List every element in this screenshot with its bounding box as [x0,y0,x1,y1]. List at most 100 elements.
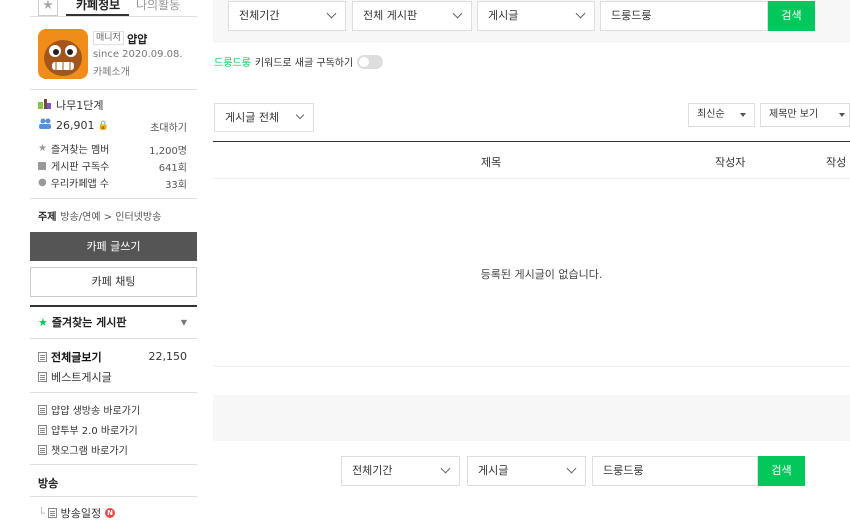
search-board-select[interactable]: 전체 게시판 [352,1,472,31]
menu-all-posts[interactable]: 전체글보기 [38,349,102,365]
divider [30,89,197,90]
subscribe-text: 키워드로 새글 구독하기 [254,58,354,69]
favorite-star-icon[interactable]: ★ [38,0,58,16]
favorite-boards-title: 즐겨찾는 게시판 [51,316,127,329]
select-value: 제목만 보기 [769,109,819,120]
stat-label: 우리카페앱 수 [50,179,110,190]
column-title: 제목 [481,156,502,169]
divider [30,496,197,497]
document-icon [38,352,47,362]
bottom-search-input[interactable]: 드룽드룽 [592,456,758,486]
divider [30,16,197,17]
divider [30,198,197,199]
section-broadcast-title: 방송 [38,477,59,490]
topic-label: 주제 [38,212,57,223]
menu-label: 얍얍 생방송 바로가기 [51,406,141,417]
search-type-select[interactable]: 게시글 [477,1,595,31]
app-icon: ● [38,177,47,188]
select-value: 게시글 [478,464,509,477]
link-board-icon [38,444,47,455]
menu-link-live[interactable]: 얍얍 생방송 바로가기 [38,402,140,417]
stat-board-subscriptions: 게시판 구독수 [38,158,109,173]
member-count[interactable]: 26,901 🔒 [38,118,109,133]
favorite-boards-header[interactable]: ★ 즐겨찾는 게시판 ▼ [30,305,197,339]
stat-favorite-members: ★ 즐겨찾는 멤버 [38,141,109,156]
chevron-down-icon[interactable]: ▼ [181,307,187,339]
cafe-since-date: since 2020.09.08. [93,49,183,60]
bottom-search-bar [213,395,850,441]
menu-link-youtube[interactable]: 얍투부 2.0 바로가기 [38,422,138,437]
menu-label: 베스트게시글 [51,371,112,384]
tab-my-activity[interactable]: 나의활동 [136,0,180,13]
lock-icon: 🔒 [97,120,109,131]
new-badge: N [105,508,116,518]
stat-value: 641회 [158,163,187,174]
caret-down-icon [740,113,746,117]
cafe-intro-link[interactable]: 카페소개 [93,63,130,78]
members-icon [38,118,52,133]
menu-label: 챗오그램 바로가기 [51,446,128,457]
cafe-level-label: 나무1단계 [56,99,104,112]
subscribe-toggle[interactable] [357,54,384,69]
view-mode-select[interactable]: 제목만 보기 [760,103,850,127]
menu-link-chatogram[interactable]: 챗오그램 바로가기 [38,442,128,457]
menu-best-posts[interactable]: 베스트게시글 [38,369,112,385]
bottom-type-select[interactable]: 게시글 [467,456,586,486]
search-button[interactable]: 검색 [768,1,815,31]
chevron-down-icon [452,8,463,19]
subscribe-keyword: 드룽드룽 [214,58,251,69]
chevron-down-icon [295,110,305,120]
link-board-icon [38,424,47,435]
menu-broadcast-schedule[interactable]: └ 방송일정 N [38,505,116,520]
table-bottom-divider [213,366,850,367]
divider [30,464,197,465]
cafe-chat-button[interactable]: 카페 채팅 [30,267,197,297]
manager-avatar[interactable] [38,29,88,79]
document-icon [47,508,57,518]
chevron-down-icon [326,8,337,19]
bottom-period-select[interactable]: 전체기간 [341,456,460,486]
menu-label: 방송일정 [60,507,102,520]
select-value: 전체기간 [239,9,280,22]
post-table-header: 제목 작성자 작성 [213,141,850,179]
empty-posts-message: 등록된 게시글이 없습니다. [213,266,850,282]
member-count-value: 26,901 [56,119,95,132]
topic-value[interactable]: 방송/연예 > 인터넷방송 [60,212,161,223]
cafe-write-button[interactable]: 카페 글쓰기 [30,232,197,261]
favorite-star-icon: ★ [38,316,48,329]
tab-cafe-info[interactable]: 카페정보 [76,0,120,13]
caret-down-icon [839,113,845,117]
cafe-level[interactable]: 나무1단계 [38,97,103,113]
menu-label: 얍투부 2.0 바로가기 [51,426,138,437]
stat-value: 33회 [165,180,187,191]
invite-link[interactable]: 초대하기 [150,119,187,134]
divider [30,392,197,393]
chevron-down-icon [440,463,451,474]
search-input[interactable]: 드룽드룽 [600,1,768,31]
keyword-subscribe: 드룽드룽 키워드로 새글 구독하기 [214,54,384,69]
all-posts-count: 22,150 [148,350,188,363]
sidebar-tabs: ★ 카페정보 나의활동 [30,0,197,16]
column-author: 작성자 [715,156,746,169]
search-period-select[interactable]: 전체기간 [228,1,346,31]
manager-name[interactable]: 얍얍 [127,31,147,47]
bottom-search-button[interactable]: 검색 [758,456,805,486]
document-icon [38,372,47,382]
stat-label: 즐겨찾는 멤버 [50,145,110,156]
star-icon: ★ [38,143,47,154]
column-date: 작성 [826,156,847,169]
select-value: 게시글 [488,9,519,22]
chevron-down-icon [575,8,586,19]
sidebar: ★ 카페정보 나의활동 매니저 얍얍 since 2020.09.08. 카페소… [30,0,197,520]
select-value: 전체기간 [352,464,393,477]
board-icon [38,161,46,170]
stat-value: 1,200명 [149,146,187,157]
manager-role-badge: 매니저 [93,31,124,45]
link-board-icon [38,404,47,415]
post-filter-select[interactable]: 게시글 전체 [214,103,314,132]
empty-text: 등록된 게시글이 없습니다. [480,268,603,281]
chevron-down-icon [566,463,577,474]
cafe-topic: 주제 방송/연예 > 인터넷방송 [38,208,161,223]
tree-branch-icon: └ [38,506,45,520]
sort-order-select[interactable]: 최신순 [688,103,755,127]
